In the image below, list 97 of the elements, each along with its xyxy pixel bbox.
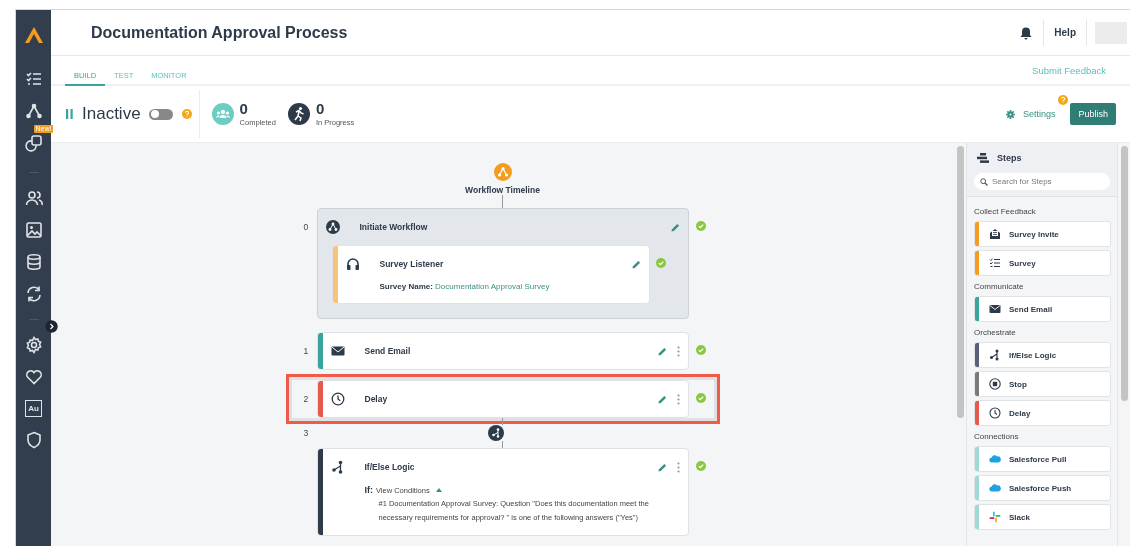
group-label: Collect Feedback [974,207,1037,216]
cloud-icon [989,482,1001,494]
help-icon[interactable] [181,109,192,119]
step-title: If/Else Logic [364,462,415,472]
bell-icon[interactable] [1019,25,1034,40]
step-label: If/Else Logic [1009,350,1057,360]
settings-button[interactable]: Settings [1022,109,1056,119]
group-icon [211,103,234,125]
help-icon[interactable] [1058,95,1069,105]
checklist-icon[interactable] [24,70,43,88]
group-label: Connections [974,432,1020,441]
pencil-icon[interactable] [657,394,667,404]
page-title: Documentation Approval Process [91,23,348,42]
cloud-icon [989,453,1001,465]
pencil-icon[interactable] [631,259,641,269]
step-item[interactable]: Delay [974,400,1111,426]
step-label: Salesforce Push [1009,483,1072,493]
survey-link[interactable]: Documentation Approval Survey [435,282,550,291]
branch-node-icon[interactable] [487,425,504,441]
envelope-icon [330,344,345,358]
envelope-icon [989,303,1001,315]
step-card[interactable]: Survey Listener Survey Name: Documentation Approval Survey [331,245,650,304]
step-label: Delay [1009,408,1031,418]
shapes-icon[interactable] [24,134,43,152]
search-icon [980,177,988,186]
steps-icon [977,153,989,163]
step-item[interactable]: Survey Invite [974,221,1111,247]
hash-icon [989,511,1001,523]
shield-icon[interactable] [24,431,43,449]
step-number: 3 [302,428,310,438]
step-item[interactable]: Stop [974,371,1111,397]
step-card[interactable]: Send Email [316,332,689,370]
step-label: Slack [1009,512,1030,522]
group-label: Orchestrate [974,328,1017,337]
group-label: Communicate [974,282,1025,291]
step-item[interactable]: Survey [974,250,1111,276]
workflow-icon[interactable] [24,102,43,120]
clock-icon [989,407,1001,419]
step-item[interactable]: Salesforce Push [974,475,1111,501]
pause-icon [66,109,73,119]
step-title: Send Email [364,346,411,356]
step-title: Delay [364,394,388,404]
step-label: Send Email [1009,304,1053,314]
scrollbar[interactable] [1120,146,1128,401]
search-field[interactable]: Search for Steps [974,173,1110,190]
workflow-icon [493,163,512,181]
runner-icon [287,103,310,125]
step-title: Survey Listener [379,259,444,269]
step-number: 1 [302,345,310,356]
step-item[interactable]: If/Else Logic [974,342,1111,368]
step-number: 2 [302,393,310,404]
stat-value: 0 [239,101,249,116]
step-card[interactable]: Delay [316,380,689,418]
checklist-icon [989,257,1001,269]
refresh-icon[interactable] [24,285,43,303]
pencil-icon[interactable] [657,462,667,472]
heart-icon[interactable] [24,368,43,386]
more-icon[interactable] [676,461,680,473]
step-label: Survey [1009,258,1036,268]
branch-icon [989,349,1001,361]
envelope-form-icon [989,228,1001,240]
image-icon[interactable] [24,221,43,239]
condition-label: If: [364,485,373,495]
stat-value: 0 [315,101,326,116]
database-icon[interactable] [24,253,43,271]
clock-icon [330,392,345,406]
publish-button[interactable]: Publish [1070,103,1116,125]
scrollbar[interactable] [956,146,964,418]
step-card[interactable]: Initiate Workflow Survey Listener Survey Name: Documentation Approval Survey [316,208,689,319]
detail-label: Survey Name: [379,282,433,291]
step-title: Initiate Workflow [359,222,428,232]
status-label: Inactive [82,104,141,124]
workflow-icon [325,220,340,234]
step-label: Stop [1009,379,1027,389]
headphones-icon [345,257,360,271]
au-icon[interactable]: Au [25,400,42,417]
step-label: Salesforce Pull [1009,454,1067,464]
step-number: 0 [302,221,310,232]
more-icon[interactable] [676,393,680,405]
step-label: Survey Invite [1009,229,1059,239]
caret-up-icon[interactable] [435,488,442,492]
pencil-icon[interactable] [670,222,680,232]
branch-icon [330,460,345,474]
chevron-right-icon[interactable] [45,320,58,333]
settings-icon[interactable] [1005,109,1015,119]
step-item[interactable]: Salesforce Pull [974,446,1111,472]
timeline-title: Workflow Timeline [465,185,540,195]
stop-icon [989,378,1001,390]
step-item[interactable]: Slack [974,504,1111,530]
status-toggle[interactable] [148,108,173,120]
panel-title: Steps [997,153,1022,163]
more-icon[interactable] [676,345,680,357]
help-link[interactable]: Help [1044,27,1086,38]
step-item[interactable]: Send Email [974,296,1111,322]
logo-icon[interactable] [23,25,44,45]
pencil-icon[interactable] [657,346,667,356]
users-icon[interactable] [24,189,43,207]
